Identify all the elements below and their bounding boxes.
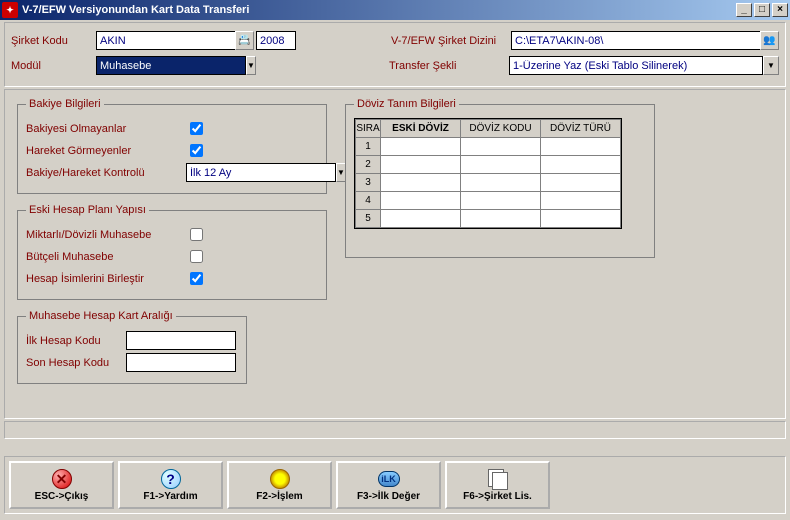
table-row: 1	[356, 138, 621, 156]
window-title: V-7/EFW Versiyonundan Kart Data Transfer…	[22, 4, 736, 16]
sirket-kodu-label: Şirket Kodu	[11, 35, 96, 47]
bakiye-kontrol-combo[interactable]: ▼	[186, 163, 286, 182]
document-list-icon	[488, 469, 508, 489]
hareket-gormeyenler-label: Hareket Görmeyenler	[26, 145, 186, 157]
sirket-kodu-input[interactable]	[96, 31, 236, 50]
sirket-dizini-browse-icon[interactable]: 👥	[760, 31, 779, 50]
close-button[interactable]: ×	[772, 3, 788, 17]
minimize-button[interactable]: _	[736, 3, 752, 17]
grid-col-turu: DÖVİZ TÜRÜ	[541, 120, 621, 138]
mid-panel: Bakiye Bilgileri Bakiyesi Olmayanlar Har…	[4, 89, 786, 419]
top-panel: Şirket Kodu 📇 V-7/EFW Şirket Dizini 👥 Mo…	[4, 22, 786, 87]
son-hesap-label: Son Hesap Kodu	[26, 357, 126, 369]
ilk-hesap-label: İlk Hesap Kodu	[26, 335, 126, 347]
ilk-badge-icon: iLK	[378, 471, 400, 487]
chevron-down-icon[interactable]: ▼	[763, 56, 779, 75]
ilk-hesap-input[interactable]	[126, 331, 236, 350]
table-row: 5	[356, 210, 621, 228]
miktarli-label: Miktarlı/Dövizli Muhasebe	[26, 229, 186, 241]
butceli-label: Bütçeli Muhasebe	[26, 251, 186, 263]
year-input[interactable]	[256, 31, 296, 50]
sirket-dizini-label: V-7/EFW Şirket Dizini	[391, 35, 511, 47]
modul-label: Modül	[11, 60, 96, 72]
eski-hesap-fieldset: Eski Hesap Planı Yapısı Miktarlı/Dövizli…	[17, 204, 327, 300]
aralik-legend: Muhasebe Hesap Kart Aralığı	[26, 310, 176, 322]
doviz-fieldset: Döviz Tanım Bilgileri SIRA ESKİ DÖVİZ DÖ…	[345, 98, 655, 258]
bakiye-kontrol-label: Bakiye/Hareket Kontrolü	[26, 167, 186, 179]
app-icon: ✦	[2, 2, 18, 18]
bakiyesi-olmayanlar-checkbox[interactable]	[190, 122, 203, 135]
help-icon: ?	[161, 469, 181, 489]
table-row: 4	[356, 192, 621, 210]
hesap-aralik-fieldset: Muhasebe Hesap Kart Aralığı İlk Hesap Ko…	[17, 310, 247, 384]
doviz-legend: Döviz Tanım Bilgileri	[354, 98, 459, 110]
table-row: 3	[356, 174, 621, 192]
modul-value[interactable]	[96, 56, 246, 75]
titlebar: ✦ V-7/EFW Versiyonundan Kart Data Transf…	[0, 0, 790, 20]
chevron-down-icon[interactable]: ▼	[246, 56, 256, 75]
bakiye-legend: Bakiye Bilgileri	[26, 98, 104, 110]
close-x-icon: ✕	[52, 469, 72, 489]
grid-col-eski: ESKİ DÖVİZ	[381, 120, 461, 138]
esc-cikis-button[interactable]: ✕ ESC->Çıkış	[9, 461, 114, 509]
eski-legend: Eski Hesap Planı Yapısı	[26, 204, 149, 216]
table-row: 2	[356, 156, 621, 174]
bakiye-fieldset: Bakiye Bilgileri Bakiyesi Olmayanlar Har…	[17, 98, 327, 194]
f6-sirket-lis-button[interactable]: F6->Şirket Lis.	[445, 461, 550, 509]
grid-col-kodu: DÖVİZ KODU	[461, 120, 541, 138]
doviz-grid[interactable]: SIRA ESKİ DÖVİZ DÖVİZ KODU DÖVİZ TÜRÜ 1 …	[354, 118, 622, 229]
bakiyesi-olmayanlar-label: Bakiyesi Olmayanlar	[26, 123, 186, 135]
f3-ilk-deger-button[interactable]: iLK F3->İlk Değer	[336, 461, 441, 509]
spacer-panel	[4, 421, 786, 439]
maximize-button[interactable]: □	[754, 3, 770, 17]
f2-islem-button[interactable]: F2->İşlem	[227, 461, 332, 509]
butceli-checkbox[interactable]	[190, 250, 203, 263]
hareket-gormeyenler-checkbox[interactable]	[190, 144, 203, 157]
modul-combo[interactable]: ▼	[96, 56, 256, 75]
sirket-kodu-lookup-icon[interactable]: 📇	[235, 31, 254, 50]
miktarli-checkbox[interactable]	[190, 228, 203, 241]
sirket-dizini-input[interactable]	[511, 31, 761, 50]
birlestir-checkbox[interactable]	[190, 272, 203, 285]
grid-col-sira: SIRA	[356, 120, 381, 138]
birlestir-label: Hesap İsimlerini Birleştir	[26, 273, 186, 285]
button-bar: ✕ ESC->Çıkış ? F1->Yardım F2->İşlem iLK …	[4, 456, 786, 514]
gear-icon	[270, 469, 290, 489]
window-controls: _ □ ×	[736, 3, 788, 17]
f1-yardim-button[interactable]: ? F1->Yardım	[118, 461, 223, 509]
transfer-sekli-label: Transfer Şekli	[389, 60, 509, 72]
bakiye-kontrol-value[interactable]	[186, 163, 336, 182]
transfer-sekli-combo[interactable]: ▼	[509, 56, 779, 75]
transfer-sekli-value[interactable]	[509, 56, 763, 75]
son-hesap-input[interactable]	[126, 353, 236, 372]
